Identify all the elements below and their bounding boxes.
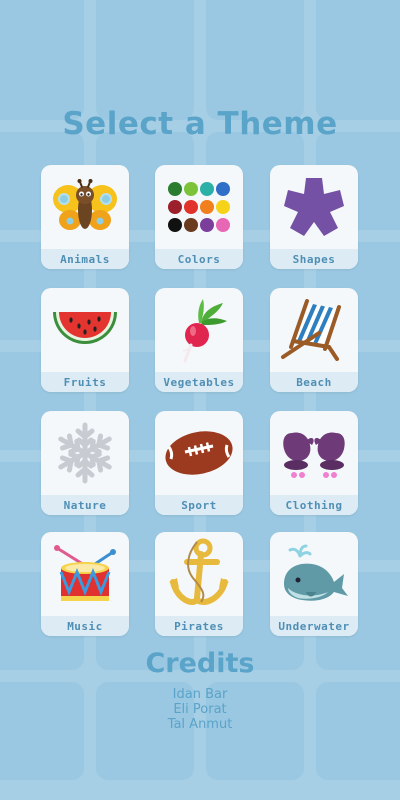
watermelon-icon (41, 288, 129, 372)
theme-card-pirates[interactable]: Pirates (155, 532, 243, 636)
theme-card-label: Nature (41, 495, 129, 515)
beach-chair-icon (270, 288, 358, 372)
theme-card-nature[interactable]: Nature (41, 411, 129, 515)
theme-card-label: Shapes (270, 249, 358, 269)
theme-card-animals[interactable]: Animals (41, 165, 129, 269)
theme-card-label: Fruits (41, 372, 129, 392)
theme-card-shapes[interactable]: Shapes (270, 165, 358, 269)
credit-name: Eli Porat (173, 702, 227, 717)
credit-name: Idan Bar (172, 687, 228, 702)
radish-icon (155, 288, 243, 372)
drum-icon (41, 532, 129, 616)
theme-card-label: Pirates (155, 616, 243, 636)
page-title: Select a Theme (62, 106, 338, 142)
theme-card-fruits[interactable]: Fruits (41, 288, 129, 392)
mittens-icon (270, 411, 358, 495)
theme-card-label: Sport (155, 495, 243, 515)
theme-card-beach[interactable]: Beach (270, 288, 358, 392)
snowflake-icon (41, 411, 129, 495)
theme-card-music[interactable]: Music (41, 532, 129, 636)
credit-name: Tal Anmut (167, 717, 233, 732)
credits-title: Credits (145, 648, 255, 679)
theme-card-sport[interactable]: Sport (155, 411, 243, 515)
theme-card-vegetables[interactable]: Vegetables (155, 288, 243, 392)
theme-card-label: Beach (270, 372, 358, 392)
theme-card-colors[interactable]: Colors (155, 165, 243, 269)
star-shape-icon (270, 165, 358, 249)
theme-card-clothing[interactable]: Clothing (270, 411, 358, 515)
theme-card-label: Underwater (270, 616, 358, 636)
theme-card-label: Vegetables (155, 372, 243, 392)
theme-card-label: Animals (41, 249, 129, 269)
football-icon (155, 411, 243, 495)
whale-icon (270, 532, 358, 616)
theme-card-underwater[interactable]: Underwater (270, 532, 358, 636)
butterfly-icon (41, 165, 129, 249)
theme-card-label: Colors (155, 249, 243, 269)
theme-card-label: Clothing (270, 495, 358, 515)
anchor-icon (155, 532, 243, 616)
color-dots-icon (155, 165, 243, 249)
theme-card-label: Music (41, 616, 129, 636)
